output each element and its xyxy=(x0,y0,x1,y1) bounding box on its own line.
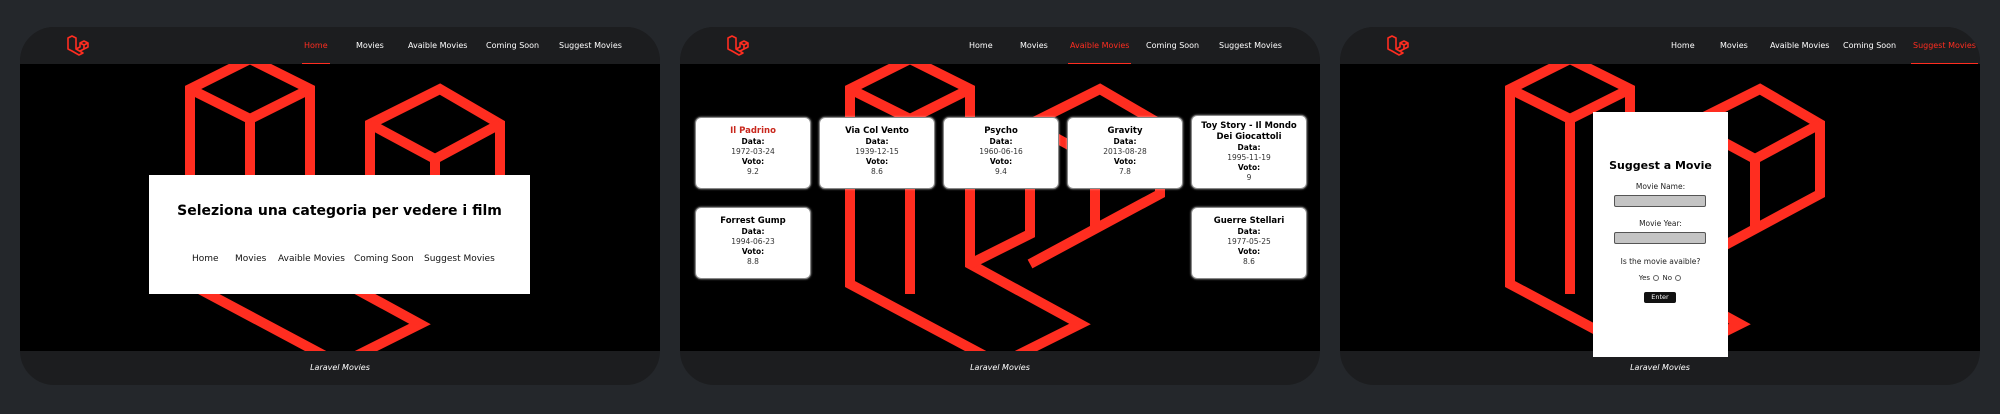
page-title: Seleziona una categoria per vedere i fil… xyxy=(177,203,502,219)
footer: Laravel Movies xyxy=(310,363,370,372)
yes-radio[interactable] xyxy=(1653,275,1660,281)
laravel-logo-icon[interactable] xyxy=(726,34,750,58)
movie-name-label: Movie Name: xyxy=(1635,182,1686,191)
category-link-coming-soon[interactable]: Coming Soon xyxy=(354,254,414,264)
movie-vote: 8.8 xyxy=(747,257,759,266)
nav-avaible-movies[interactable]: Avaible Movies xyxy=(1067,27,1132,64)
nav-home[interactable]: Home xyxy=(302,27,330,64)
movie-card[interactable]: Forrest Gump Data: 1994-06-23 Voto: 8.8 xyxy=(695,207,811,279)
vote-label: Voto: xyxy=(1237,163,1261,172)
movie-title: Forrest Gump xyxy=(720,216,786,226)
vote-label: Voto: xyxy=(865,157,889,166)
navbar: Home Movies Avaible Movies Coming Soon S… xyxy=(680,27,1320,64)
date-label: Data: xyxy=(741,227,765,236)
movie-title: Via Col Vento xyxy=(845,126,909,136)
date-label: Data: xyxy=(741,137,765,146)
yes-label: Yes xyxy=(1638,274,1651,282)
movie-year-input[interactable] xyxy=(1614,232,1706,244)
date-label: Data: xyxy=(1113,137,1137,146)
nav-home[interactable]: Home xyxy=(969,27,993,64)
nav-movies[interactable]: Movies xyxy=(1720,27,1748,64)
date-label: Data: xyxy=(865,137,889,146)
movie-date: 2013-08-28 xyxy=(1103,147,1147,156)
movie-card[interactable]: Gravity Data: 2013-08-28 Voto: 7.8 xyxy=(1067,117,1183,189)
category-link-avaible-movies[interactable]: Avaible Movies xyxy=(278,254,345,264)
no-radio[interactable] xyxy=(1675,275,1682,281)
nav-movies[interactable]: Movies xyxy=(356,27,384,64)
movie-title: Toy Story - Il Mondo Dei Giocattoli xyxy=(1201,121,1297,142)
category-link-home[interactable]: Home xyxy=(192,254,219,264)
navbar: Home Movies Avaible Movies Coming Soon S… xyxy=(20,27,660,64)
movie-title: Gravity xyxy=(1107,126,1143,136)
vote-label: Voto: xyxy=(1113,157,1137,166)
movie-date: 1960-06-16 xyxy=(979,147,1023,156)
nav-coming-soon[interactable]: Coming Soon xyxy=(1146,27,1199,64)
movie-vote: 8.6 xyxy=(871,167,883,176)
movie-date: 1994-06-23 xyxy=(731,237,775,246)
category-link-suggest-movies[interactable]: Suggest Movies xyxy=(424,254,495,264)
movie-vote: 7.8 xyxy=(1119,167,1131,176)
movie-vote: 8.6 xyxy=(1243,257,1255,266)
movie-title: Psycho xyxy=(984,126,1018,136)
screen-home: Home Movies Avaible Movies Coming Soon S… xyxy=(20,27,660,385)
movie-card[interactable]: Toy Story - Il Mondo Dei Giocattoli Data… xyxy=(1191,115,1307,189)
screen-suggest-movies: Home Movies Avaible Movies Coming Soon S… xyxy=(1340,27,1980,385)
vote-label: Voto: xyxy=(989,157,1013,166)
nav-home[interactable]: Home xyxy=(1671,27,1695,64)
suggest-form: Suggest a Movie Movie Name: Movie Year: … xyxy=(1593,112,1728,357)
nav-avaible-movies[interactable]: Avaible Movies xyxy=(1770,27,1829,64)
vote-label: Voto: xyxy=(741,157,765,166)
available-label: Is the movie avaible? xyxy=(1620,257,1701,266)
movie-year-label: Movie Year: xyxy=(1639,219,1682,228)
nav-suggest-movies[interactable]: Suggest Movies xyxy=(1219,27,1282,64)
date-label: Data: xyxy=(1237,227,1261,236)
form-title: Suggest a Movie xyxy=(1609,159,1712,172)
movie-card[interactable]: Guerre Stellari Data: 1977-05-25 Voto: 8… xyxy=(1191,207,1307,279)
footer: Laravel Movies xyxy=(970,363,1030,372)
movie-name-input[interactable] xyxy=(1614,195,1706,207)
nav-suggest-movies[interactable]: Suggest Movies xyxy=(1911,27,1978,64)
movie-vote: 9 xyxy=(1246,173,1252,182)
enter-button[interactable]: Enter xyxy=(1644,292,1676,303)
laravel-logo-icon[interactable] xyxy=(66,34,90,58)
available-radio-group: Yes No xyxy=(1593,274,1728,282)
vote-label: Voto: xyxy=(1237,247,1261,256)
movie-title: Il Padrino xyxy=(730,126,776,136)
category-card: Seleziona una categoria per vedere i fil… xyxy=(149,175,530,294)
movie-card[interactable]: Via Col Vento Data: 1939-12-15 Voto: 8.6 xyxy=(819,117,935,189)
movie-vote: 9.2 xyxy=(747,167,759,176)
screen-avaible-movies: Home Movies Avaible Movies Coming Soon S… xyxy=(680,27,1320,385)
movie-date: 1939-12-15 xyxy=(855,147,899,156)
date-label: Data: xyxy=(989,137,1013,146)
navbar: Home Movies Avaible Movies Coming Soon S… xyxy=(1340,27,1980,64)
movie-date: 1972-03-24 xyxy=(731,147,775,156)
laravel-logo-icon[interactable] xyxy=(1386,34,1410,58)
movie-card[interactable]: Psycho Data: 1960-06-16 Voto: 9.4 xyxy=(943,117,1059,189)
footer: Laravel Movies xyxy=(1630,363,1690,372)
nav-avaible-movies[interactable]: Avaible Movies xyxy=(408,27,467,64)
nav-coming-soon[interactable]: Coming Soon xyxy=(486,27,539,64)
movie-date: 1977-05-25 xyxy=(1227,237,1271,246)
vote-label: Voto: xyxy=(741,247,765,256)
date-label: Data: xyxy=(1237,143,1261,152)
category-link-movies[interactable]: Movies xyxy=(235,254,266,264)
movie-vote: 9.4 xyxy=(995,167,1007,176)
nav-coming-soon[interactable]: Coming Soon xyxy=(1843,27,1896,64)
movie-card[interactable]: Il Padrino Data: 1972-03-24 Voto: 9.2 xyxy=(695,117,811,189)
nav-suggest-movies[interactable]: Suggest Movies xyxy=(559,27,622,64)
movie-date: 1995-11-19 xyxy=(1227,153,1271,162)
no-label: No xyxy=(1662,274,1673,282)
nav-movies[interactable]: Movies xyxy=(1020,27,1048,64)
movie-title: Guerre Stellari xyxy=(1213,216,1285,226)
